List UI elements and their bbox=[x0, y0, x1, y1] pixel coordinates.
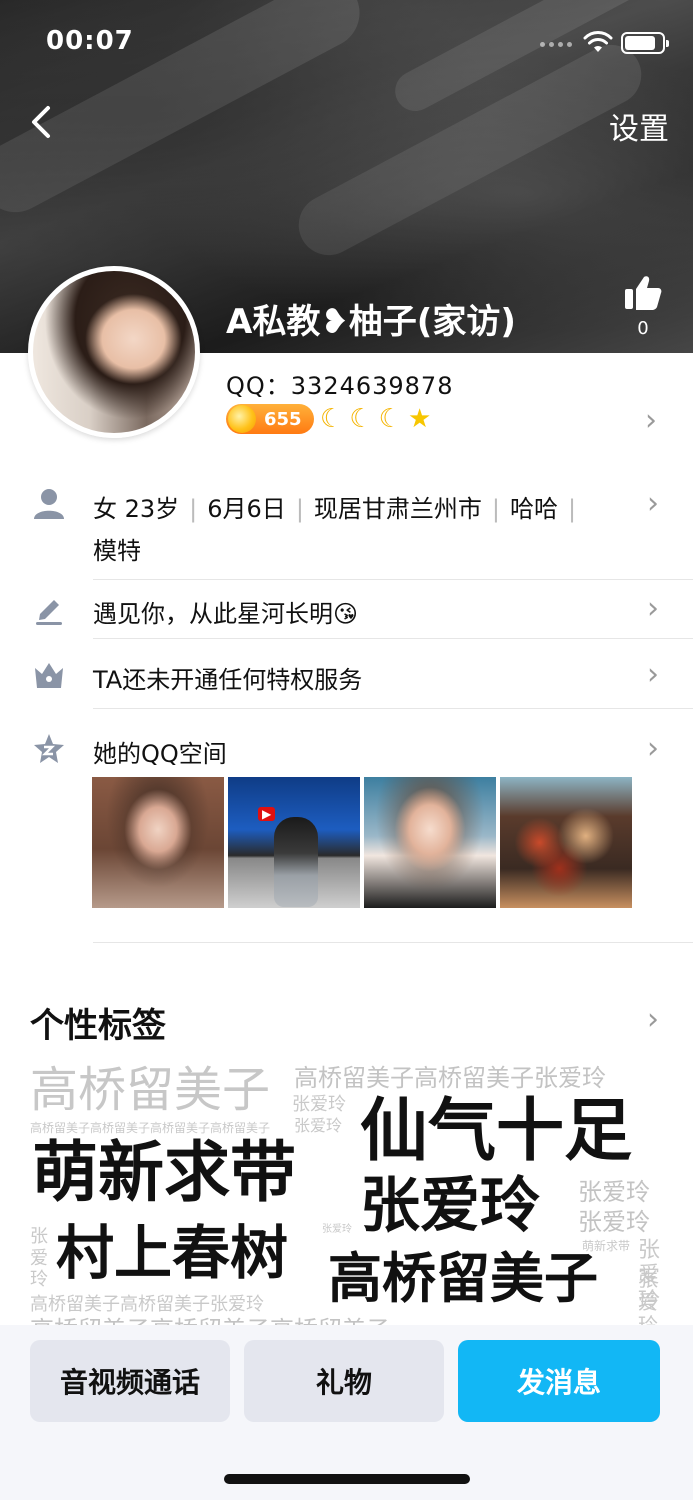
wifi-icon bbox=[583, 31, 613, 52]
tag-cloud[interactable]: 高桥留美子 高桥留美子高桥留美子张爱玲 张爱玲 高桥留美子高桥留美子高桥留美子高… bbox=[30, 1060, 663, 1330]
tag: 张爱玲 bbox=[294, 1116, 343, 1135]
home-indicator[interactable] bbox=[224, 1474, 470, 1484]
avatar[interactable] bbox=[28, 266, 200, 438]
crown-icon bbox=[35, 663, 63, 688]
sun-icon bbox=[228, 405, 256, 433]
back-button[interactable] bbox=[22, 98, 66, 146]
signature[interactable]: 遇见你，从此星河长明😘 bbox=[93, 594, 358, 629]
pencil-icon bbox=[36, 600, 62, 625]
chevron-right-icon[interactable]: › bbox=[647, 734, 659, 764]
divider bbox=[93, 638, 693, 639]
level-badge: 655 bbox=[226, 404, 314, 434]
av-call-button[interactable]: 音视频通话 bbox=[30, 1340, 230, 1422]
tag: 张爱玲 bbox=[322, 1224, 352, 1235]
thumbs-up-icon bbox=[625, 276, 662, 310]
tag: 高桥留美子高桥留美子张爱玲 bbox=[294, 1064, 606, 1092]
moon-icon: ☾ bbox=[349, 404, 373, 434]
qzone-photo[interactable] bbox=[92, 777, 224, 908]
gift-button[interactable]: 礼物 bbox=[244, 1340, 444, 1422]
send-message-button[interactable]: 发消息 bbox=[458, 1340, 660, 1422]
divider bbox=[93, 942, 693, 943]
tags-title: 个性标签 bbox=[30, 1006, 166, 1046]
qq-number: QQ：3324639878 bbox=[226, 372, 454, 400]
cellular-signal-icon bbox=[540, 42, 572, 47]
qzone-photo[interactable]: ▶ bbox=[228, 777, 360, 908]
tag: 张爱玲 bbox=[578, 1178, 650, 1206]
chevron-right-icon[interactable]: › bbox=[645, 406, 657, 436]
tag: 张爱玲 bbox=[360, 1171, 540, 1241]
level-badges[interactable]: 655 ☾ ☾ ☾ ★ bbox=[226, 404, 431, 434]
youtube-logo-icon: ▶ bbox=[258, 803, 278, 822]
status-time: 00:07 bbox=[46, 26, 134, 56]
location: 现居甘肃兰州市 bbox=[313, 495, 482, 523]
tag: 萌新求带 bbox=[32, 1134, 296, 1211]
hometown: 哈哈 bbox=[510, 495, 558, 523]
nickname: A私教❥柚子(家访) bbox=[226, 302, 516, 342]
basic-info[interactable]: 女 23岁 | 6月6日 | 现居甘肃兰州市 | 哈哈 | bbox=[93, 489, 586, 524]
chevron-right-icon[interactable]: › bbox=[647, 660, 659, 690]
tag: 村上春树 bbox=[56, 1219, 289, 1287]
occupation: 模特 bbox=[93, 537, 141, 565]
like-button[interactable]: 0 bbox=[620, 274, 666, 339]
moon-icon: ☾ bbox=[378, 404, 402, 434]
like-count: 0 bbox=[637, 318, 649, 339]
tag: 张爱玲 bbox=[292, 1094, 346, 1115]
tag: 张爱玲 bbox=[638, 1267, 658, 1331]
gender-age: 女 23岁 bbox=[93, 495, 180, 523]
level-value: 655 bbox=[264, 408, 302, 430]
tag: 高桥留美子高桥留美子高桥留美子高桥留美子 bbox=[30, 1121, 271, 1135]
star-icon: ★ bbox=[407, 404, 432, 434]
qzone-photo[interactable] bbox=[364, 777, 496, 908]
tag: 张爱玲 bbox=[30, 1226, 48, 1291]
divider bbox=[93, 579, 693, 580]
qzone-photo[interactable] bbox=[500, 777, 632, 908]
status-bar: 00:07 bbox=[0, 0, 693, 86]
settings-button[interactable]: 设置 bbox=[609, 104, 669, 148]
battery-icon bbox=[621, 32, 669, 54]
privilege-status[interactable]: TA还未开通任何特权服务 bbox=[93, 660, 362, 695]
person-icon bbox=[34, 489, 64, 519]
qzone-star-icon bbox=[34, 734, 64, 763]
tag: 张爱玲 bbox=[578, 1208, 650, 1236]
chevron-right-icon[interactable]: › bbox=[647, 489, 659, 519]
chevron-right-icon[interactable]: › bbox=[647, 1005, 659, 1035]
qzone-photos: ▶ bbox=[92, 777, 632, 908]
qzone-link[interactable]: 她的QQ空间 bbox=[93, 734, 227, 769]
birthday: 6月6日 bbox=[207, 495, 286, 523]
tag: 高桥留美子 bbox=[30, 1062, 271, 1118]
moon-icon: ☾ bbox=[320, 404, 344, 434]
tag: 高桥留美子高桥留美子张爱玲 bbox=[30, 1294, 264, 1315]
divider bbox=[93, 708, 693, 709]
tag: 仙气十足 bbox=[360, 1092, 633, 1171]
tag: 高桥留美子 bbox=[328, 1247, 598, 1310]
chevron-right-icon[interactable]: › bbox=[647, 594, 659, 624]
